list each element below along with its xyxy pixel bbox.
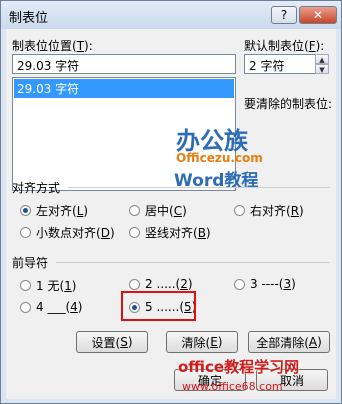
close-button[interactable]: ✕ — [299, 6, 337, 24]
radio-label: 小数点对齐(D) — [36, 226, 115, 240]
watermark-site: Officezu.com — [176, 151, 263, 165]
dialog-body: 制表位位置(T): 29.03 字符 29.03 字符 默认制表位(F): 2 … — [6, 29, 336, 399]
default-tab-input[interactable]: 2 字符 — [244, 54, 316, 74]
close-icon: ✕ — [312, 8, 324, 22]
radio-label: 左对齐(L) — [36, 204, 89, 218]
radio-unchecked-icon — [234, 278, 245, 290]
spin-down-button[interactable]: ▼ — [315, 64, 329, 74]
tab-position-input[interactable]: 29.03 字符 — [12, 54, 236, 74]
leader-none-radio[interactable]: 1 无(1) — [20, 277, 76, 294]
radio-unchecked-icon — [234, 205, 245, 216]
default-tab-label: 默认制表位(F): — [244, 39, 325, 53]
radio-label: 1 无(1) — [36, 279, 77, 293]
clear-all-button[interactable]: 全部清除(A) — [248, 331, 330, 353]
radio-checked-icon — [20, 205, 31, 216]
radio-label: 竖线对齐(B) — [145, 226, 211, 240]
title-bar: 制表位 ? ✕ — [1, 1, 341, 29]
highlight-box — [121, 291, 196, 321]
radio-unchecked-icon — [129, 227, 140, 238]
radio-unchecked-icon — [129, 205, 140, 216]
align-decimal-radio[interactable]: 小数点对齐(D) — [20, 224, 115, 241]
help-button[interactable]: ? — [271, 6, 297, 24]
list-item[interactable]: 29.03 字符 — [14, 79, 234, 98]
radio-unchecked-icon — [20, 280, 31, 291]
tab-position-label: 制表位位置(T): — [12, 39, 93, 53]
radio-label: 3 ----(3) — [250, 277, 296, 291]
leader-underline-radio[interactable]: 4 ___(4) — [20, 300, 82, 314]
radio-label: 2 .....(2) — [145, 277, 193, 291]
alignment-group-title: 对齐方式 — [12, 181, 61, 195]
radio-unchecked-icon — [20, 227, 31, 238]
radio-unchecked-icon — [20, 301, 31, 313]
align-left-radio[interactable]: 左对齐(L) — [20, 202, 88, 219]
set-button[interactable]: 设置(S) — [76, 331, 148, 353]
align-center-radio[interactable]: 居中(C) — [129, 202, 187, 219]
radio-label: 4 ___(4) — [36, 300, 83, 314]
clear-button[interactable]: 清除(E) — [166, 331, 238, 353]
radio-label: 右对齐(R) — [250, 204, 304, 218]
tabs-dialog: 制表位 ? ✕ 制表位位置(T): 29.03 字符 29.03 字符 默认制表… — [0, 0, 342, 404]
watermark-url: www.office68.com — [182, 380, 283, 393]
tabs-to-clear-label: 要清除的制表位: — [244, 97, 333, 111]
leader-group-title: 前导符 — [12, 256, 49, 270]
leader-dots-radio[interactable]: 2 .....(2) — [129, 277, 193, 291]
align-right-radio[interactable]: 右对齐(R) — [234, 202, 304, 219]
dialog-title: 制表位 — [9, 11, 49, 26]
leader-dashes-radio[interactable]: 3 ----(3) — [234, 277, 296, 291]
help-icon: ? — [280, 8, 288, 22]
spin-up-button[interactable]: ▲ — [315, 54, 329, 64]
radio-unchecked-icon — [129, 278, 140, 290]
radio-label: 居中(C) — [145, 204, 187, 218]
group-divider — [56, 262, 330, 263]
align-bar-radio[interactable]: 竖线对齐(B) — [129, 224, 211, 241]
group-divider — [68, 187, 330, 188]
watermark-bottom: office教程学习网 — [178, 358, 300, 376]
